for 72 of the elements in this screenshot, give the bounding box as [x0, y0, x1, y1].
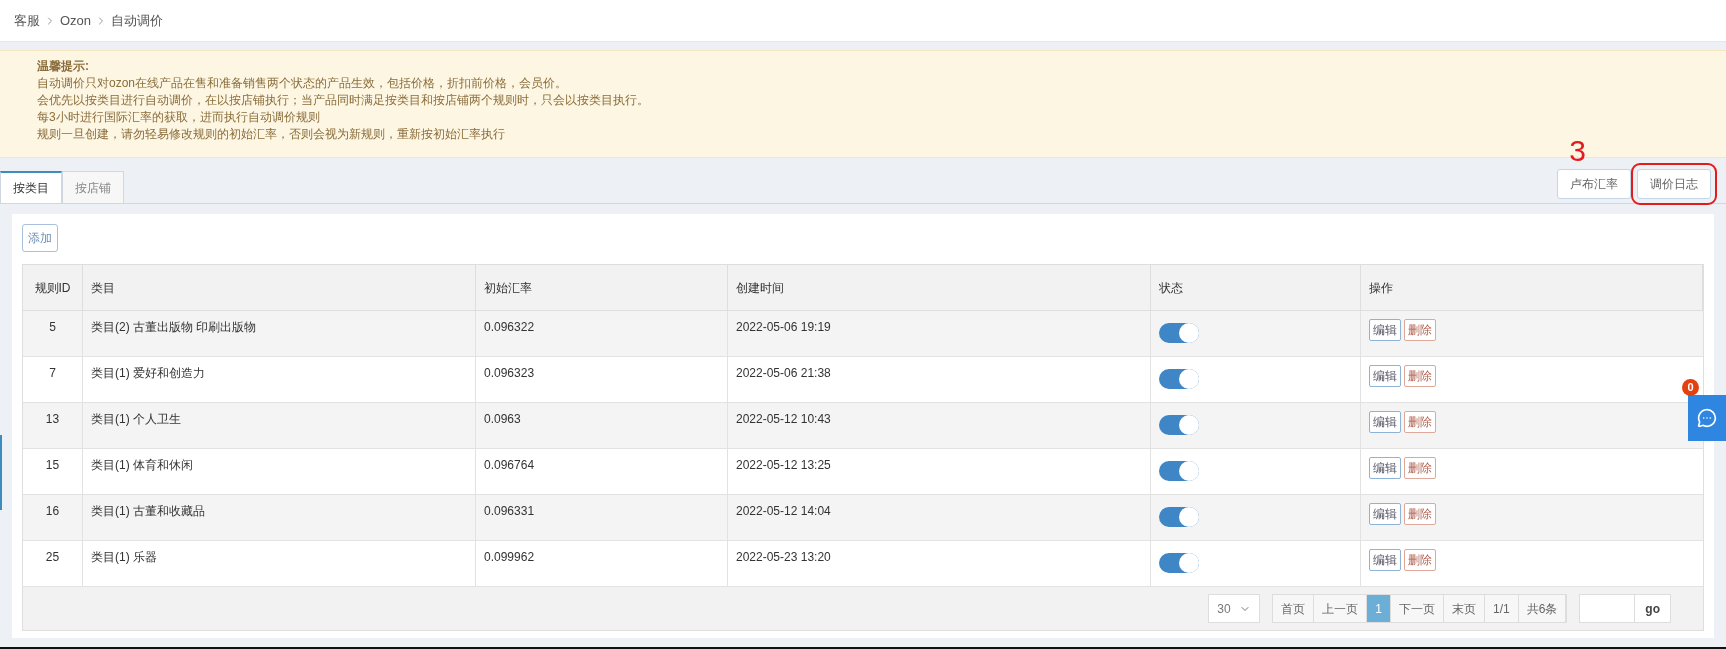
breadcrumb-item[interactable]: 客服	[14, 10, 40, 31]
table-cell: 类目(1) 古董和收藏品	[83, 495, 476, 540]
column-header: 操作	[1361, 265, 1703, 310]
tab[interactable]: 按类目	[0, 171, 62, 203]
pagination-button[interactable]: 上一页	[1314, 595, 1368, 622]
notice-title: 温馨提示:	[37, 58, 90, 75]
table-cell: 类目(1) 个人卫生	[83, 403, 476, 448]
edit-button[interactable]: 编辑	[1369, 411, 1401, 433]
table-cell: 0.099962	[476, 541, 728, 586]
chat-button[interactable]	[1688, 395, 1726, 441]
column-header: 类目	[83, 265, 476, 310]
table-cell: 0.096331	[476, 495, 728, 540]
status-toggle[interactable]	[1159, 323, 1199, 343]
table-cell: 类目(1) 爱好和创造力	[83, 357, 476, 402]
column-header: 初始汇率	[476, 265, 728, 310]
edit-button[interactable]: 编辑	[1369, 457, 1401, 479]
breadcrumb-item: 自动调价	[111, 11, 164, 30]
notice-text: 自动调价只对ozon在线产品在售和准备销售两个状态的产品生效，包括价格，折扣前价格，会员价。	[37, 75, 569, 92]
page-input[interactable]	[1579, 594, 1636, 623]
status-toggle[interactable]	[1159, 553, 1199, 573]
table-cell: 2022-05-06 19:19	[728, 311, 1151, 356]
pagination-button[interactable]: 首页	[1273, 595, 1315, 622]
status-toggle[interactable]	[1159, 461, 1199, 481]
page-size-select[interactable]: 30	[1208, 594, 1261, 623]
table-cell: 0.096764	[476, 449, 728, 494]
edit-button[interactable]: 编辑	[1369, 503, 1401, 525]
delete-button[interactable]: 删除	[1404, 365, 1436, 387]
chat-icon	[1697, 408, 1717, 428]
table-cell: 25	[23, 541, 83, 586]
edit-button[interactable]: 编辑	[1369, 549, 1401, 571]
status-toggle[interactable]	[1159, 507, 1199, 527]
table-cell: 0.096322	[476, 311, 728, 356]
table-cell: 类目(1) 体育和休闲	[83, 449, 476, 494]
delete-button[interactable]: 删除	[1404, 503, 1436, 525]
table-cell: 0.096323	[476, 357, 728, 402]
table-cell: 13	[23, 403, 83, 448]
column-header: 状态	[1151, 265, 1361, 310]
notice-text: 每3小时进行国际汇率的获取，进而执行自动调价规则	[37, 109, 321, 126]
add-button[interactable]: 添加	[22, 224, 58, 252]
status-toggle[interactable]	[1159, 369, 1199, 389]
table-cell: 2022-05-06 21:38	[728, 357, 1151, 402]
table-cell: 5	[23, 311, 83, 356]
edit-button[interactable]: 编辑	[1369, 365, 1401, 387]
table-cell: 7	[23, 357, 83, 402]
pagination-button[interactable]: 共6条	[1518, 595, 1567, 622]
edit-button[interactable]: 编辑	[1369, 319, 1401, 341]
column-header: 创建时间	[728, 265, 1151, 310]
delete-button[interactable]: 删除	[1404, 411, 1436, 433]
table-cell: 2022-05-12 13:25	[728, 449, 1151, 494]
table-cell: 15	[23, 449, 83, 494]
annotation-number: 3	[1569, 134, 1586, 168]
pagination-button[interactable]: 末页	[1443, 595, 1485, 622]
table-cell: 2022-05-23 13:20	[728, 541, 1151, 586]
table-cell: 2022-05-12 10:43	[728, 403, 1151, 448]
table-cell: 16	[23, 495, 83, 540]
tab[interactable]: 按店铺	[62, 171, 124, 203]
column-header: 规则ID	[23, 265, 83, 310]
delete-button[interactable]: 删除	[1404, 319, 1436, 341]
notice-text: 会优先以按类目进行自动调价，在以按店铺执行；当产品同时满足按类目和按店铺两个规则时，只会以按类目执行。	[37, 92, 650, 109]
table-cell: 类目(1) 乐器	[83, 541, 476, 586]
pagination-button[interactable]: 下一页	[1390, 595, 1444, 622]
table-cell: 2022-05-12 14:04	[728, 495, 1151, 540]
delete-button[interactable]: 删除	[1404, 549, 1436, 571]
breadcrumb-item[interactable]: Ozon	[60, 10, 92, 31]
table-cell: 0.0963	[476, 403, 728, 448]
notice-text: 规则一旦创建，请勿轻易修改规则的初始汇率，否则会视为新规则，重新按初始汇率执行	[37, 126, 506, 143]
status-toggle[interactable]	[1159, 415, 1199, 435]
table-cell: 类目(2) 古董出版物 印刷出版物	[83, 311, 476, 356]
pagination-button[interactable]: 1/1	[1484, 595, 1519, 622]
go-button[interactable]: go	[1635, 594, 1671, 623]
toolbar-button[interactable]: 卢布汇率	[1557, 169, 1631, 199]
delete-button[interactable]: 删除	[1404, 457, 1436, 479]
